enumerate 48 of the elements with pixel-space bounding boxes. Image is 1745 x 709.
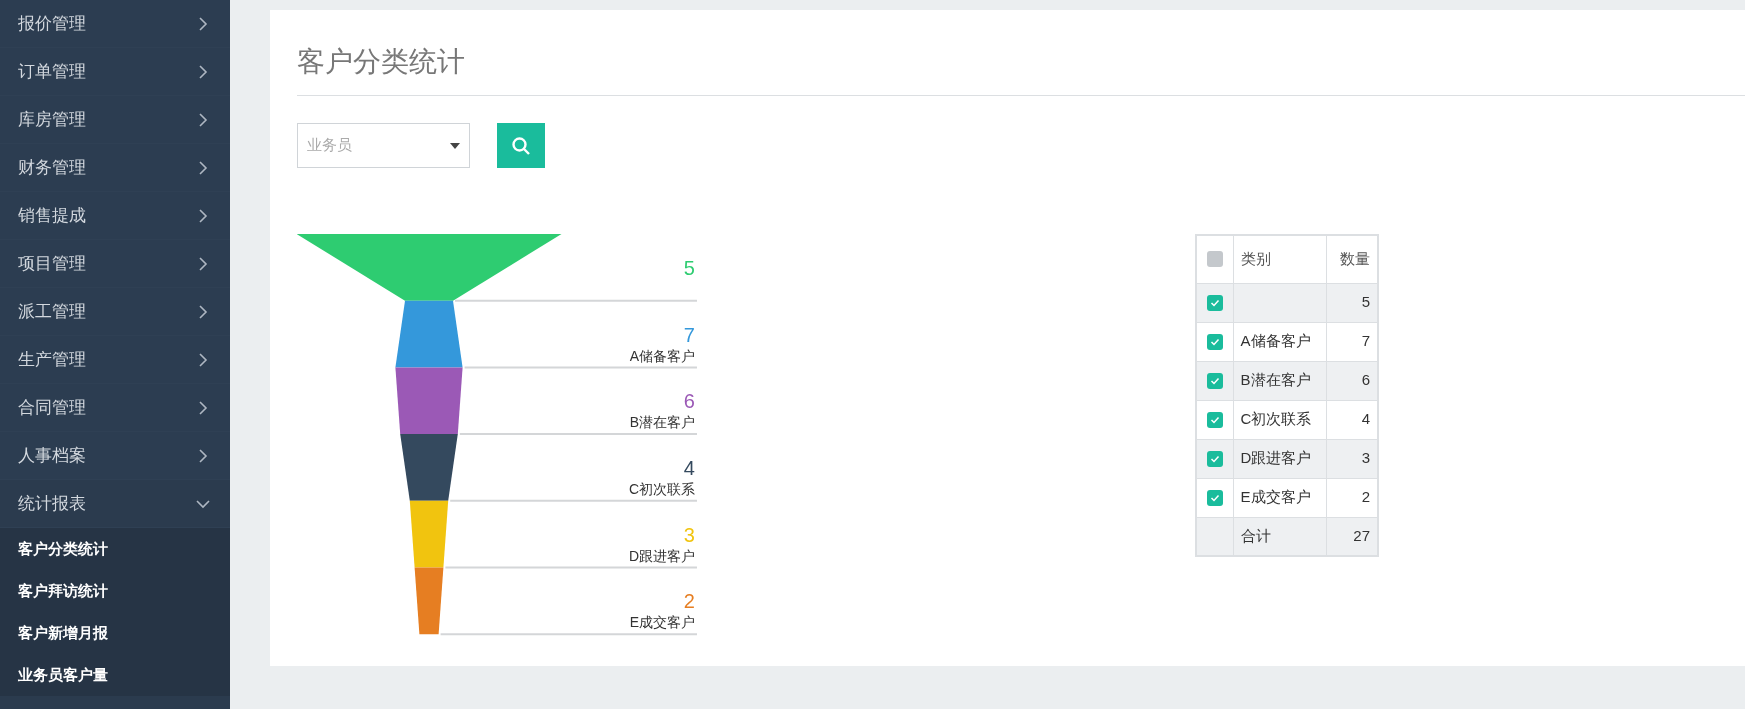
check-icon bbox=[1209, 336, 1220, 347]
search-button[interactable] bbox=[497, 123, 545, 168]
stage-value: 7 bbox=[683, 323, 695, 346]
table-cell: C初次联系 bbox=[1233, 400, 1326, 439]
check-icon bbox=[1209, 453, 1220, 464]
chevron-right-icon bbox=[196, 64, 210, 79]
stage-value: 4 bbox=[683, 457, 695, 480]
page-title: 客户分类统计 bbox=[297, 45, 466, 79]
chevron-right-icon bbox=[196, 400, 210, 415]
stage-value: 5 bbox=[683, 257, 695, 279]
row-checkbox[interactable] bbox=[1206, 333, 1223, 350]
chevron-right-icon bbox=[196, 448, 210, 463]
table-cell: D跟进客户 bbox=[1233, 439, 1326, 478]
search-icon bbox=[511, 135, 531, 156]
row-checkbox[interactable] bbox=[1206, 294, 1223, 311]
stage-label: B潜在客户 bbox=[629, 414, 695, 431]
column-header: 类别 bbox=[1233, 235, 1326, 283]
chevron-right-icon bbox=[196, 160, 210, 175]
stage-value: 3 bbox=[683, 523, 695, 546]
chevron-right-icon bbox=[196, 304, 210, 319]
chevron-right-icon bbox=[196, 256, 210, 271]
stage-label: D跟进客户 bbox=[628, 547, 695, 564]
row-checkbox[interactable] bbox=[1206, 450, 1223, 467]
check-icon bbox=[1209, 375, 1220, 386]
stage-value: 2 bbox=[683, 590, 695, 613]
submenu-item[interactable]: 业务员客户量 bbox=[0, 654, 230, 696]
submenu-item[interactable]: 客户新增月报 bbox=[0, 612, 230, 654]
stage-label: E成交客户 bbox=[629, 614, 695, 631]
chevron-right-icon bbox=[196, 352, 210, 367]
submenu-item[interactable]: 客户拜访统计 bbox=[0, 570, 230, 612]
check-icon bbox=[1209, 492, 1220, 503]
stage-label: A储备客户 bbox=[629, 347, 695, 364]
table-cell: A储备客户 bbox=[1233, 322, 1326, 361]
table-cell: B潜在客户 bbox=[1233, 361, 1326, 400]
row-checkbox[interactable] bbox=[1206, 411, 1223, 428]
row-checkbox[interactable] bbox=[1206, 372, 1223, 389]
stage-value: 6 bbox=[683, 390, 695, 413]
chevron-right-icon bbox=[196, 16, 210, 31]
select-all-checkbox[interactable] bbox=[1206, 251, 1223, 268]
stage-label: C初次联系 bbox=[628, 481, 695, 498]
submenu-item[interactable]: 客户分类统计 bbox=[0, 528, 230, 570]
check-icon bbox=[1209, 297, 1220, 308]
check-icon bbox=[1209, 414, 1220, 425]
caret-down-icon bbox=[450, 142, 460, 149]
table-cell: E成交客户 bbox=[1233, 478, 1326, 517]
chevron-right-icon bbox=[196, 112, 210, 127]
row-checkbox[interactable] bbox=[1206, 489, 1223, 506]
chevron-right-icon bbox=[196, 208, 210, 223]
